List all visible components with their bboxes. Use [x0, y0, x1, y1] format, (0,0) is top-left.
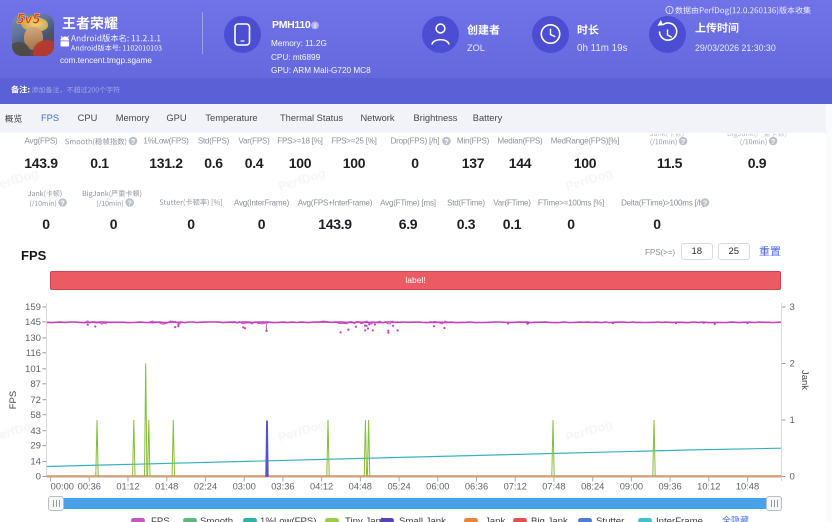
svg-text:?: ?: [703, 198, 708, 207]
svg-text:?: ?: [771, 137, 776, 146]
svg-text:?: ?: [60, 198, 65, 207]
svg-text:?: ?: [131, 137, 136, 146]
svg-text:i: i: [669, 9, 670, 15]
svg-text:?: ?: [681, 137, 686, 146]
svg-text:?: ?: [444, 137, 449, 146]
svg-text:?: ?: [127, 198, 132, 207]
svg-text:i: i: [314, 23, 316, 30]
